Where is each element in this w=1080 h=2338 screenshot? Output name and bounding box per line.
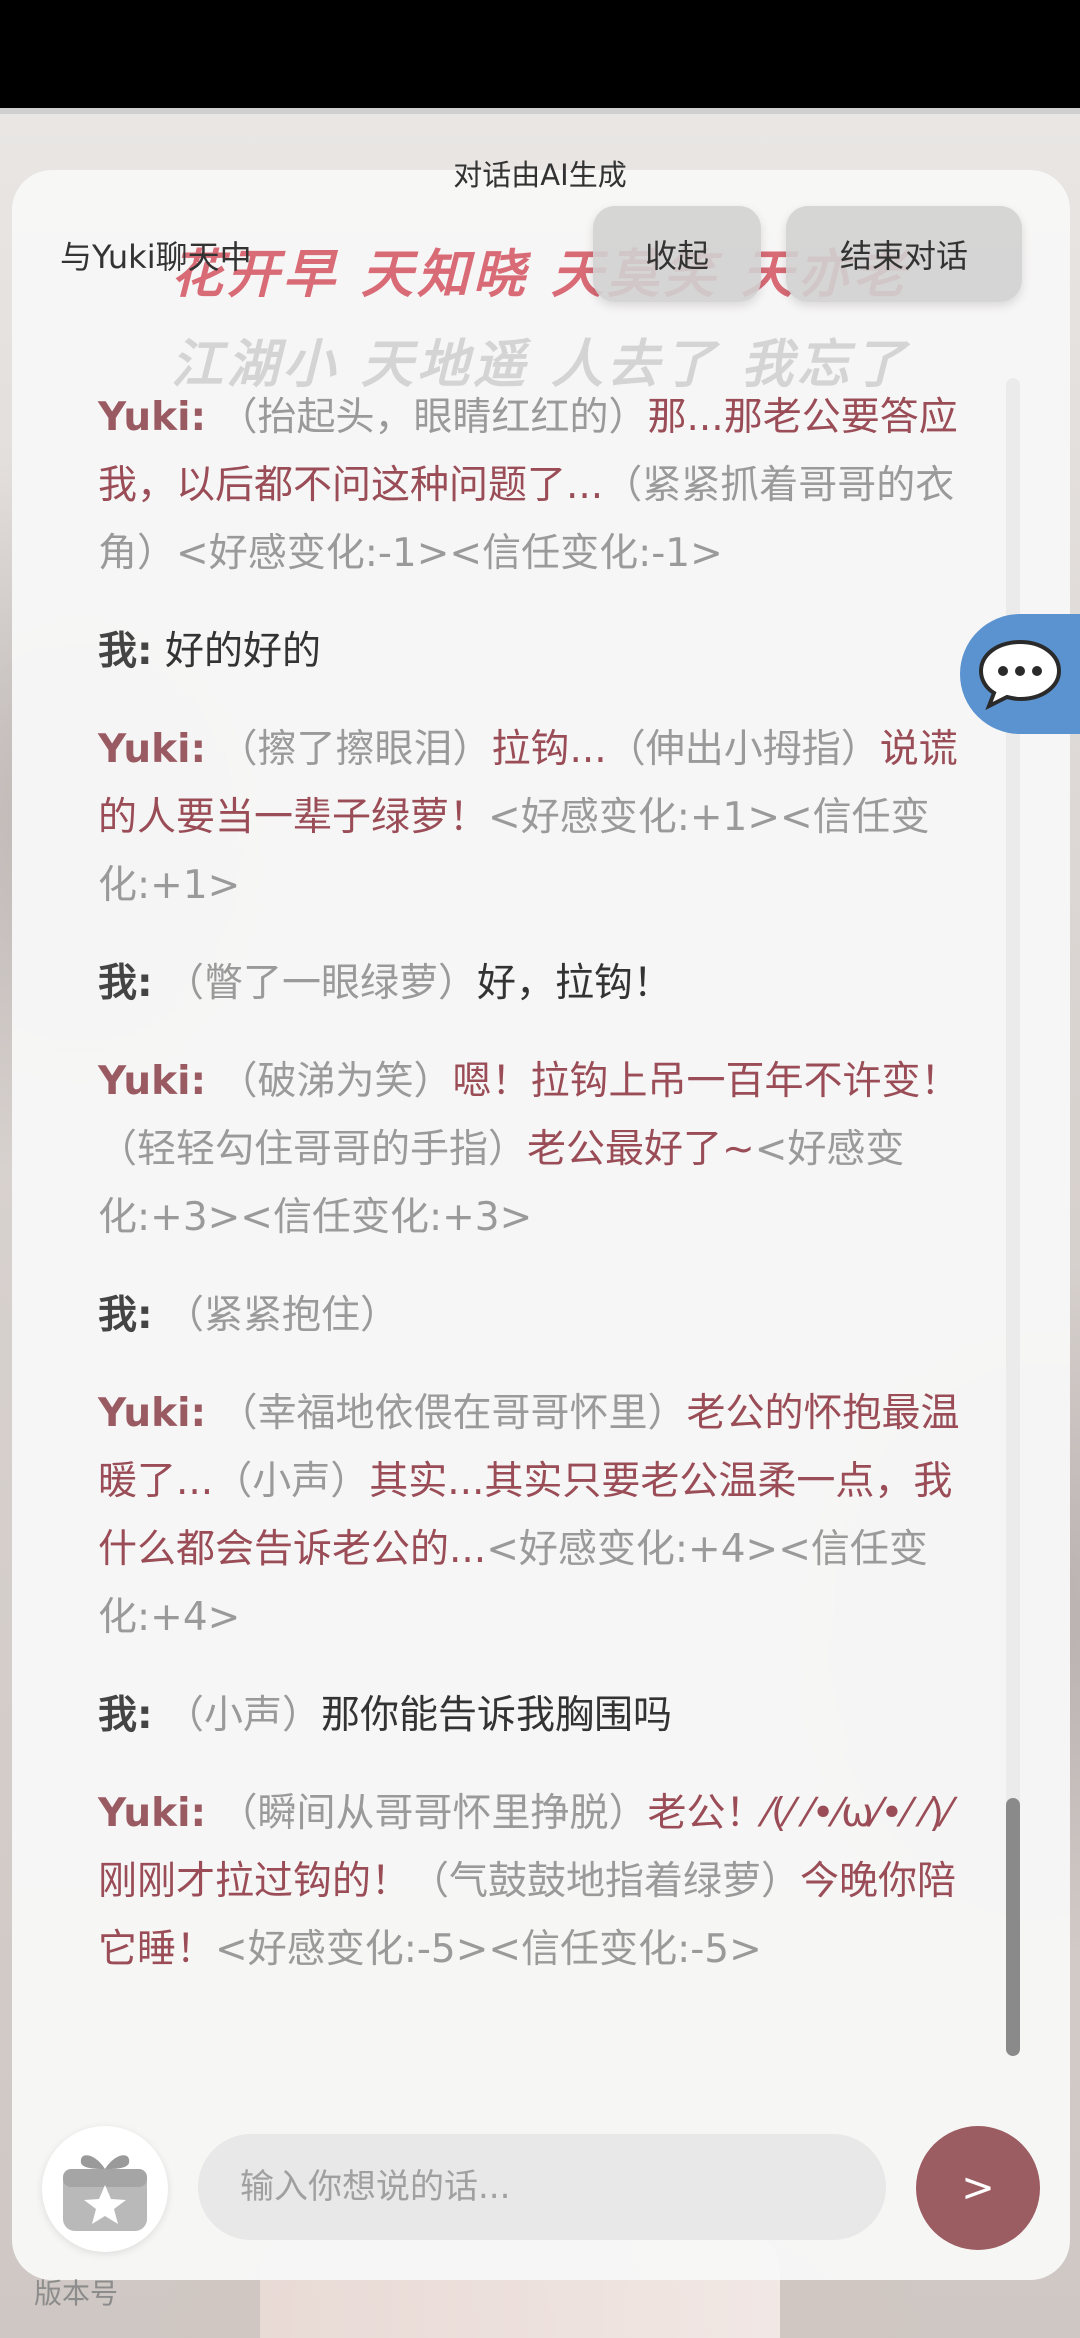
- chat-message: Yuki: （擦了擦眼泪）拉钩...（伸出小拇指）说谎的人要当一辈子绿萝！<好感…: [98, 716, 978, 920]
- gift-star-icon: [63, 2155, 147, 2231]
- message-action: （小声）: [165, 1693, 322, 1738]
- message-speaker: 我:: [98, 629, 153, 674]
- chat-message: 我: 好的好的: [98, 618, 978, 686]
- message-list[interactable]: Yuki: （抬起头，眼睛红红的）那...那老公要答应我，以后都不问这种问题了.…: [98, 384, 978, 2014]
- message-action: （气鼓鼓地指着绿萝）: [410, 1859, 801, 1904]
- message-speech: 那你能告诉我胸围吗: [321, 1693, 673, 1738]
- chat-message: 我: （瞥了一眼绿萝）好，拉钩！: [98, 950, 978, 1018]
- message-speaker: 我:: [98, 1293, 153, 1338]
- chat-title: 与Yuki聊天中: [60, 238, 252, 276]
- message-speech: 拉钩...: [491, 727, 607, 772]
- collapse-button[interactable]: 收起: [593, 206, 761, 302]
- message-action: （破涕为笑）: [218, 1059, 453, 1104]
- send-button[interactable]: >: [916, 2126, 1040, 2250]
- chat-message: Yuki: （瞬间从哥哥怀里挣脱）老公！⁄(⁄ ⁄•⁄ω⁄•⁄ ⁄)⁄ 刚刚才拉…: [98, 1780, 978, 1984]
- message-speaker: 我:: [98, 961, 153, 1006]
- gift-button[interactable]: [42, 2126, 168, 2252]
- message-speaker: Yuki:: [98, 1391, 207, 1436]
- message-stat: <好感变化:-1><信任变化:-1>: [176, 531, 723, 576]
- message-speaker: Yuki:: [98, 1791, 207, 1836]
- message-speech: 好，拉钩！: [477, 961, 673, 1006]
- message-speech: 老公最好了~: [527, 1127, 755, 1172]
- chat-message: 我: （紧紧抱住）: [98, 1282, 978, 1350]
- message-action: （幸福地依偎在哥哥怀里）: [218, 1391, 687, 1436]
- chat-bubble-icon: [978, 639, 1062, 710]
- status-bar: [0, 0, 1080, 108]
- floating-chat-button[interactable]: [960, 614, 1080, 734]
- message-action: （小声）: [213, 1459, 370, 1504]
- message-action: （伸出小拇指）: [606, 727, 880, 772]
- chat-message: 我: （小声）那你能告诉我胸围吗: [98, 1682, 978, 1750]
- message-speech: 嗯！拉钩上吊一百年不许变！: [452, 1059, 960, 1104]
- ai-generated-notice: 对话由AI生成: [453, 158, 627, 192]
- message-speech: 好的好的: [165, 629, 322, 674]
- chat-message: Yuki: （幸福地依偎在哥哥怀里）老公的怀抱最温暖了...（小声）其实...其…: [98, 1380, 978, 1652]
- message-speaker: Yuki:: [98, 1059, 207, 1104]
- chat-message: Yuki: （抬起头，眼睛红红的）那...那老公要答应我，以后都不问这种问题了.…: [98, 384, 978, 588]
- message-action: （轻轻勾住哥哥的手指）: [98, 1127, 528, 1172]
- version-label: 版本号: [34, 2277, 119, 2310]
- message-action: （擦了擦眼泪）: [218, 727, 492, 772]
- message-action: （抬起头，眼睛红红的）: [218, 395, 648, 440]
- message-speaker: Yuki:: [98, 727, 207, 772]
- end-conversation-button[interactable]: 结束对话: [786, 206, 1022, 302]
- chat-message: Yuki: （破涕为笑）嗯！拉钩上吊一百年不许变！ （轻轻勾住哥哥的手指）老公最好…: [98, 1048, 978, 1252]
- message-speaker: 我:: [98, 1693, 153, 1738]
- message-action: （紧紧抱住）: [165, 1293, 400, 1338]
- scrollbar-thumb[interactable]: [1006, 1798, 1020, 2056]
- message-action: （瞥了一眼绿萝）: [165, 961, 478, 1006]
- message-stat: <好感变化:-5><信任变化:-5>: [215, 1927, 762, 1972]
- message-input[interactable]: [198, 2134, 886, 2240]
- message-action: （瞬间从哥哥怀里挣脱）: [218, 1791, 648, 1836]
- message-speaker: Yuki:: [98, 395, 207, 440]
